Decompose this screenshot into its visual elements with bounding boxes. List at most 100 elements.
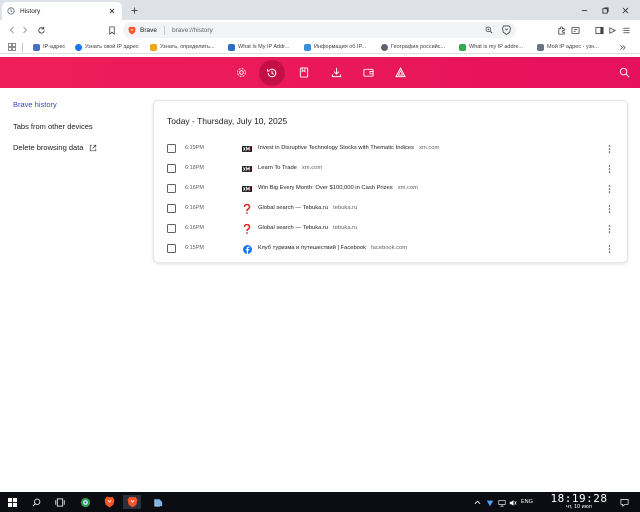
bookmark-item[interactable]: What is my IP addre... [459,42,523,52]
gear-icon[interactable] [234,65,248,79]
bookmark-item[interactable]: Узнать свой IP адрес [75,42,139,52]
apps-icon[interactable] [8,42,16,52]
sidebar-item-label: Delete browsing data [13,143,84,152]
history-entry[interactable]: Win Big Every Month: Over $100,000 in Ca… [258,185,418,191]
new-tab-button[interactable] [128,4,140,16]
row-checkbox[interactable] [167,224,176,233]
address-bar[interactable]: Brave brave://history [123,22,516,38]
security-tray-icon[interactable] [485,498,494,507]
row-checkbox[interactable] [167,204,176,213]
row-checkbox[interactable] [167,164,176,173]
brave-shields-icon[interactable] [502,25,511,35]
bookmark-favicon-icon [75,43,82,51]
bookmark-item[interactable]: Мой IP адрес - узн... [537,42,599,52]
app-icon[interactable] [78,495,92,509]
visit-time: 6:16PM [185,185,204,191]
bookmarks-bar: IP-адрес Узнать свой IP адрес Узнать, оп… [0,40,640,54]
entry-title: Learn To Trade [258,165,297,171]
sidebar-toggle-icon[interactable] [593,24,605,36]
close-window-button[interactable] [619,4,631,16]
wallet-icon[interactable] [361,65,375,79]
site-favicon-icon [242,244,252,254]
clock-time: 18:19:28 [550,492,608,505]
entry-title: Клуб туризма и путешествий | Facebook [258,245,367,251]
close-tab-icon[interactable] [107,6,117,16]
entry-title: Global search — Tebuka.ru [258,225,329,231]
more-bookmarks-icon[interactable] [619,42,626,52]
zoom-icon[interactable] [485,26,493,34]
minimize-button[interactable] [578,4,590,16]
sidebar-item-delete-browsing-data[interactable]: Delete browsing data [13,143,97,152]
row-checkbox[interactable] [167,184,176,193]
history-row[interactable]: 6:16PM Global search — Tebuka.ru tebuka.ru [154,199,627,219]
language-indicator[interactable]: ENG [521,499,533,505]
back-button[interactable] [6,24,18,36]
site-favicon-icon [242,184,252,194]
omnibox-divider [163,25,165,35]
file-manager-icon[interactable] [151,495,165,509]
bookmark-item[interactable]: IP-адрес [33,42,65,52]
history-entry[interactable]: Invest in Disruptive Technology Stocks w… [258,145,439,151]
row-checkbox[interactable] [167,144,176,153]
bookmark-item[interactable]: What Is My IP Addr... [228,42,289,52]
windows-start-icon[interactable] [5,495,19,509]
history-day-title: Today - Thursday, July 10, 2025 [167,116,288,126]
history-row[interactable]: 6:15PM Клуб туризма и путешествий | Faceb… [154,239,627,259]
network-icon[interactable] [497,498,506,507]
reload-button[interactable] [35,24,47,36]
history-row[interactable]: 6:18PM Learn To Trade xm.com [154,159,627,179]
history-entry[interactable]: Клуб туризма и путешествий | Facebook fac… [258,245,407,251]
bookmarks-icon[interactable] [297,65,311,79]
task-view-icon[interactable] [53,495,67,509]
brave-active-taskbar-icon[interactable] [123,495,141,509]
history-icon[interactable] [259,60,285,86]
site-name: Brave [140,26,157,34]
restore-button[interactable] [599,4,611,16]
sidebar-item-tabs-from-other-devices[interactable]: Tabs from other devices [13,122,93,131]
more-actions-icon[interactable] [606,144,612,154]
history-entry[interactable]: Global search — Tebuka.ru tebuka.ru [258,225,357,231]
entry-domain: tebuka.ru [333,225,358,231]
entry-domain: xm.com [301,165,323,171]
site-favicon-icon [242,144,252,154]
more-actions-icon[interactable] [606,224,612,234]
search-icon[interactable] [617,65,631,79]
extensions-icon[interactable] [555,24,567,36]
page-header [0,57,640,88]
system-clock[interactable]: 18:19:28 чт, 10 июл [548,493,610,511]
notifications-icon[interactable] [620,498,629,507]
row-checkbox[interactable] [167,244,176,253]
rewards-icon[interactable] [393,65,407,79]
bookmark-page-button[interactable] [106,24,118,36]
history-entry[interactable]: Global search — Tebuka.ru tebuka.ru [258,205,357,211]
search-icon[interactable] [29,495,43,509]
history-row[interactable]: 6:19PM Invest in Disruptive Technology St… [154,139,627,159]
chevron-up-icon[interactable] [473,498,482,507]
more-actions-icon[interactable] [606,184,612,194]
tab-history[interactable]: History [2,2,122,20]
volume-icon[interactable] [508,498,517,507]
bookmark-favicon-icon [228,43,235,51]
screenshot-icon[interactable] [569,24,581,36]
menu-icon[interactable] [620,24,632,36]
more-actions-icon[interactable] [606,164,612,174]
taskbar: ENG 18:19:28 чт, 10 июл [0,492,640,512]
history-row[interactable]: 6:16PM Win Big Every Month: Over $100,000… [154,179,627,199]
bookmark-item[interactable]: География российс... [381,42,445,52]
url-text[interactable]: brave://history [172,27,485,34]
brave-lion-icon [128,26,136,35]
bookmark-favicon-icon [304,43,311,51]
downloads-icon[interactable] [329,65,343,79]
entry-domain: tebuka.ru [333,205,358,211]
more-actions-icon[interactable] [606,204,612,214]
history-row[interactable]: 6:16PM Global search — Tebuka.ru tebuka.ru [154,219,627,239]
tab-title: History [20,7,41,15]
history-entry[interactable]: Learn To Trade xm.com [258,165,322,171]
more-actions-icon[interactable] [606,244,612,254]
forward-button[interactable] [19,24,31,36]
bookmark-item[interactable]: Узнать, определить... [150,42,215,52]
bookmark-item[interactable]: Информация об IP... [304,42,366,52]
brave-taskbar-icon[interactable] [102,495,116,509]
leo-ai-icon[interactable] [606,24,618,36]
sidebar-item-brave-history[interactable]: Brave history [13,100,57,109]
